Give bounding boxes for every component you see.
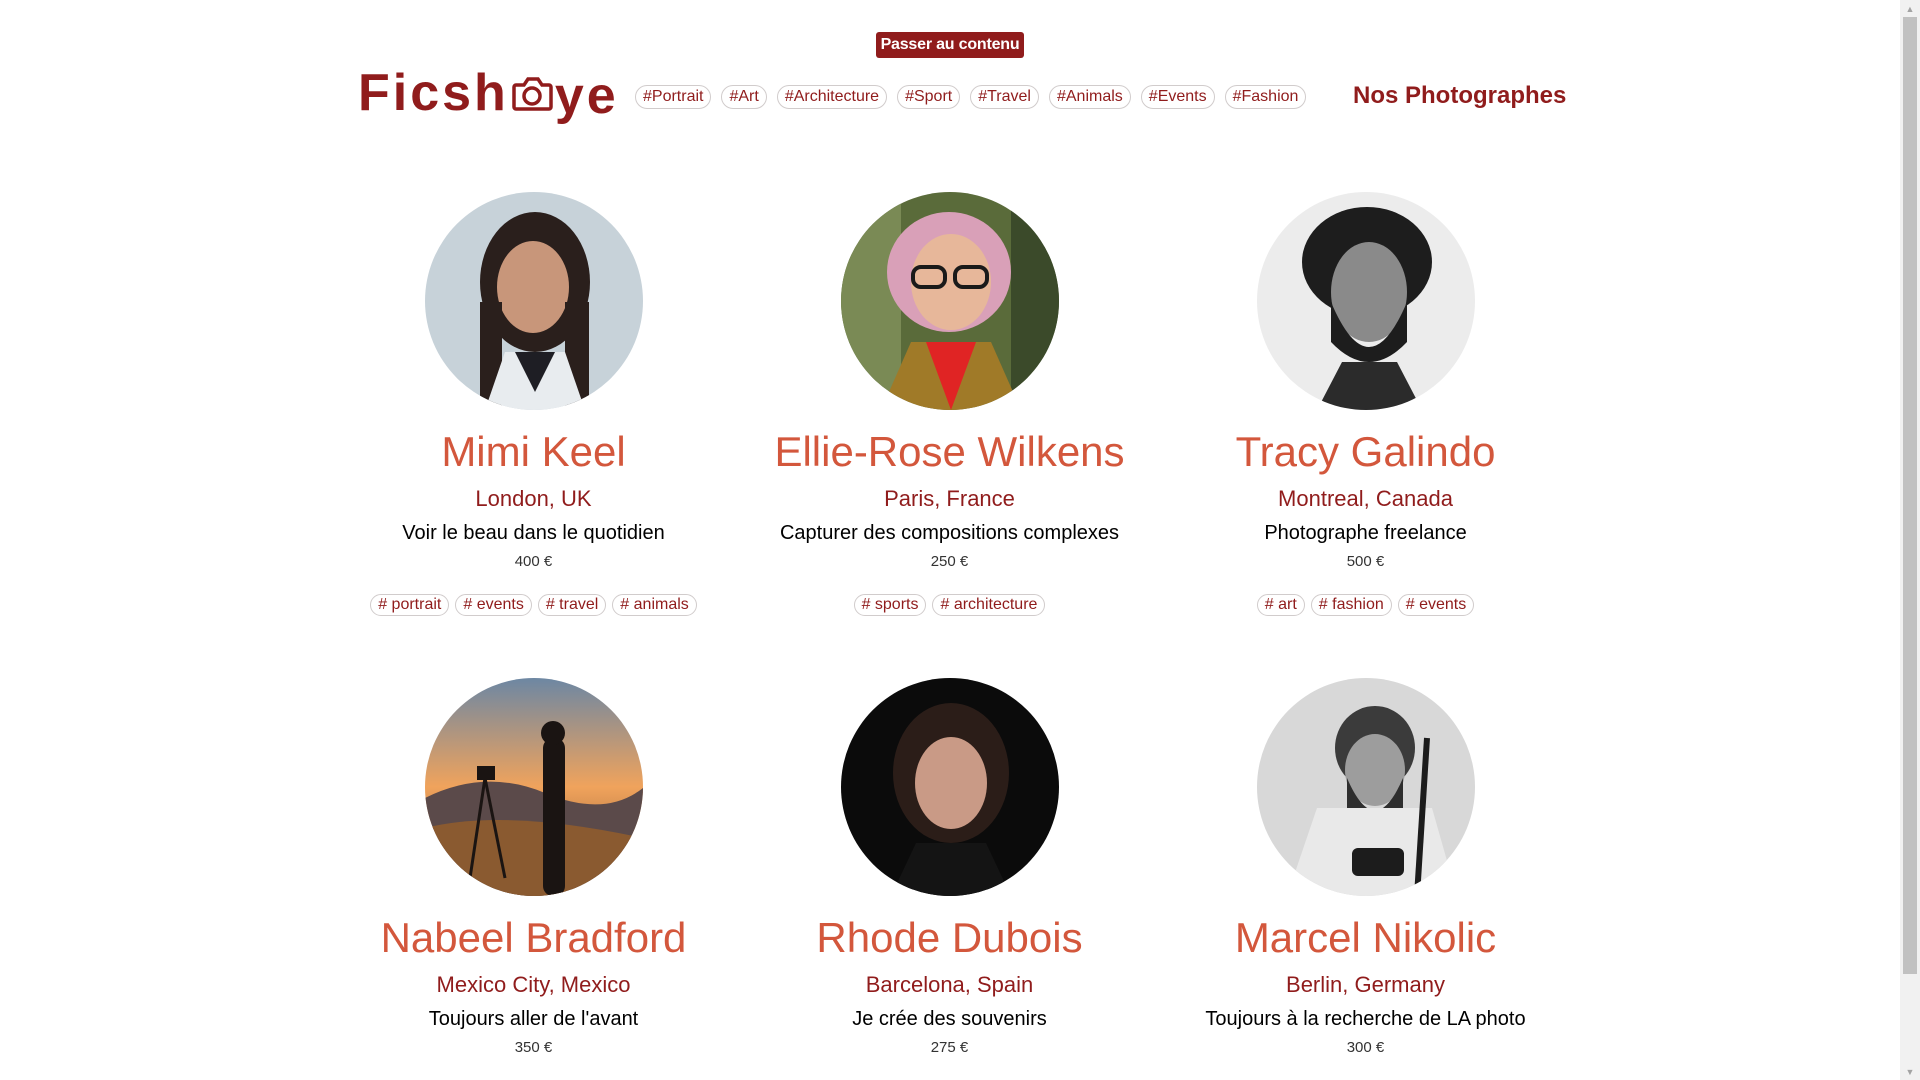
avatar[interactable]	[840, 192, 1059, 410]
photographer-card: Tracy Galindo Montreal, Canada Photograp…	[1158, 192, 1573, 616]
nav-tag-events[interactable]: #Events	[1140, 85, 1215, 109]
tag-sports[interactable]: # sports	[853, 594, 927, 616]
nav-tag-architecture[interactable]: #Architecture	[776, 85, 888, 109]
photographer-price: 500 €	[1346, 553, 1385, 570]
avatar[interactable]	[424, 192, 643, 410]
nav-tag-travel[interactable]: #Travel	[970, 85, 1039, 109]
photographer-location: Paris, France	[884, 486, 1015, 511]
logo-text-part2: ye	[554, 67, 619, 125]
photographer-card: Ellie-Rose Wilkens Paris, France Capture…	[742, 192, 1157, 616]
tag-architecture[interactable]: # architecture	[932, 594, 1046, 616]
tag-events[interactable]: # events	[455, 594, 532, 616]
page-title: Nos Photographes	[1353, 82, 1567, 109]
tag-portrait[interactable]: # portrait	[370, 594, 450, 616]
skip-to-content-link[interactable]: Passer au contenu	[876, 32, 1024, 58]
photographer-name[interactable]: Marcel Nikolic	[1158, 914, 1573, 962]
photographer-tagline: Capturer des compositions complexes	[779, 522, 1120, 544]
avatar[interactable]	[1256, 678, 1475, 896]
tag-travel[interactable]: # travel	[537, 594, 607, 616]
photographer-price: 275 €	[930, 1039, 969, 1056]
photographer-price: 400 €	[514, 553, 553, 570]
photographer-name[interactable]: Mimi Keel	[326, 428, 741, 476]
photographer-location: Berlin, Germany	[1286, 972, 1445, 997]
photographer-card: Rhode Dubois Barcelona, Spain Je crée de…	[742, 678, 1157, 1057]
photographer-location: Barcelona, Spain	[865, 972, 1034, 997]
photographer-name[interactable]: Ellie-Rose Wilkens	[742, 428, 1157, 476]
nav-tag-art[interactable]: #Art	[721, 85, 767, 109]
logo-text-part1: Ficsh	[358, 64, 509, 122]
avatar[interactable]	[1256, 192, 1475, 410]
photographer-price: 250 €	[930, 553, 969, 570]
photographer-tagline: Je crée des souvenirs	[852, 1008, 1047, 1030]
page-scrollbar[interactable]: ▲ ▼	[1900, 0, 1920, 1080]
scroll-up-arrow-icon[interactable]: ▲	[1900, 0, 1920, 17]
nav-tag-fashion[interactable]: #Fashion	[1224, 85, 1307, 109]
tag-fashion[interactable]: # fashion	[1310, 594, 1392, 616]
photographer-tagline: Photographe freelance	[1264, 522, 1467, 544]
nav-tag-animals[interactable]: #Animals	[1048, 85, 1131, 109]
photographer-tag-list: # art # fashion # events	[1158, 594, 1573, 616]
scroll-down-arrow-icon[interactable]: ▼	[1900, 1063, 1920, 1080]
photographer-name[interactable]: Tracy Galindo	[1158, 428, 1573, 476]
tag-art[interactable]: # art	[1256, 594, 1305, 616]
avatar[interactable]	[424, 678, 643, 896]
photographer-price: 350 €	[514, 1039, 553, 1056]
photographer-price: 300 €	[1346, 1039, 1385, 1056]
logo[interactable]: Ficsh ye	[358, 62, 619, 125]
photographer-card: Mimi Keel London, UK Voir le beau dans l…	[326, 192, 741, 616]
photographer-tagline: Toujours aller de l'avant	[428, 1008, 639, 1030]
nav-tag-sport[interactable]: #Sport	[897, 85, 961, 109]
photographer-card: Nabeel Bradford Mexico City, Mexico Touj…	[326, 678, 741, 1057]
photographer-card: Marcel Nikolic Berlin, Germany Toujours …	[1158, 678, 1573, 1057]
camera-icon	[512, 77, 553, 111]
photographer-tagline: Voir le beau dans le quotidien	[402, 522, 665, 544]
photographer-name[interactable]: Rhode Dubois	[742, 914, 1157, 962]
photographer-location: Mexico City, Mexico	[436, 972, 631, 997]
tag-events[interactable]: # events	[1397, 594, 1475, 616]
photographer-location: Montreal, Canada	[1278, 486, 1453, 511]
photographer-tagline: Toujours à la recherche de LA photo	[1205, 1008, 1526, 1030]
photographer-name[interactable]: Nabeel Bradford	[326, 914, 741, 962]
photographer-tag-list: # portrait # events # travel # animals	[326, 594, 741, 616]
nav-tag-portrait[interactable]: #Portrait	[635, 85, 712, 109]
nav-tag-list: #Portrait #Art #Architecture #Sport #Tra…	[635, 85, 1307, 109]
photographer-location: London, UK	[475, 486, 592, 511]
tag-animals[interactable]: # animals	[612, 594, 697, 616]
scrollbar-thumb[interactable]	[1903, 17, 1917, 974]
photographer-tag-list: # sports # architecture	[742, 594, 1157, 616]
avatar[interactable]	[840, 678, 1059, 896]
